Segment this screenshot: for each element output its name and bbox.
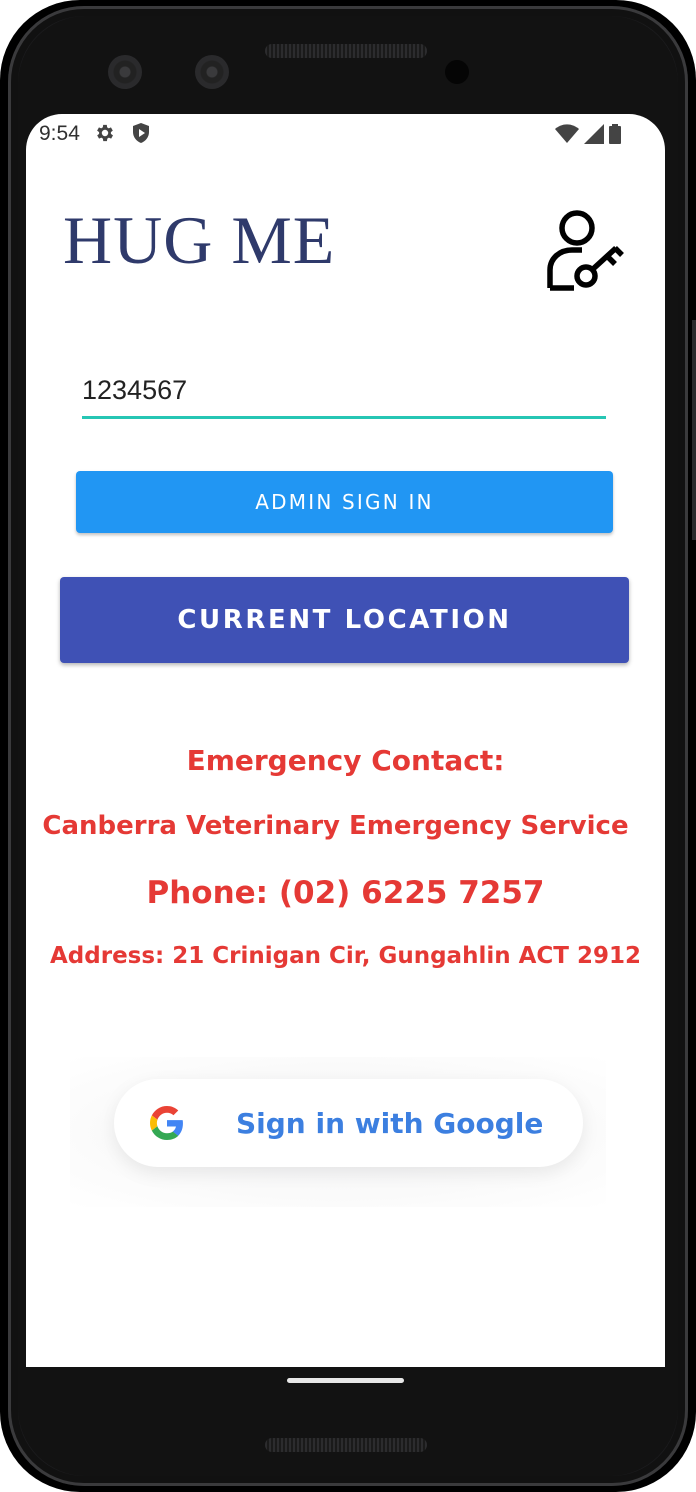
status-right-icons — [555, 124, 621, 144]
admin-code-input[interactable] — [82, 370, 606, 410]
emergency-service-name: Canberra Veterinary Emergency Service — [42, 811, 629, 841]
settings-gear-icon — [97, 124, 113, 142]
app-screen: 9:54 HUG ME 1234567 ADMIN SIGN IN CURREN… — [26, 114, 665, 1367]
gesture-nav-handle[interactable] — [287, 1378, 404, 1383]
side-button — [692, 320, 696, 540]
cell-signal-icon — [584, 124, 604, 144]
proximity-sensor — [445, 60, 469, 84]
google-sign-in-label: Sign in with Google — [236, 1106, 544, 1140]
status-time: 9:54 — [39, 122, 80, 145]
current-location-button[interactable]: CURRENT LOCATION — [60, 577, 629, 663]
bottom-speaker-grille — [265, 1438, 427, 1452]
emergency-phone: Phone: (02) 6225 7257 — [146, 875, 545, 911]
wifi-icon — [555, 124, 579, 143]
front-camera-secondary-icon — [195, 55, 229, 89]
phone-device: 9:54 HUG ME 1234567 ADMIN SIGN IN CURREN… — [0, 0, 696, 1492]
status-bar: 9:54 — [26, 114, 665, 154]
app-title: HUG ME — [63, 202, 336, 278]
admin-sign-in-button[interactable]: ADMIN SIGN IN — [76, 471, 613, 533]
user-key-icon[interactable] — [544, 208, 628, 292]
google-g-icon — [150, 1106, 183, 1140]
google-sign-in-button[interactable]: Sign in with Google — [114, 1079, 583, 1167]
emergency-address: Address: 21 Crinigan Cir, Gungahlin ACT … — [50, 943, 641, 969]
front-camera-icon — [108, 55, 142, 89]
admin-code-field[interactable] — [82, 370, 606, 419]
emergency-heading: Emergency Contact: — [186, 744, 505, 777]
battery-icon — [609, 124, 621, 144]
shield-icon — [133, 123, 149, 143]
top-speaker-grille — [265, 44, 427, 58]
